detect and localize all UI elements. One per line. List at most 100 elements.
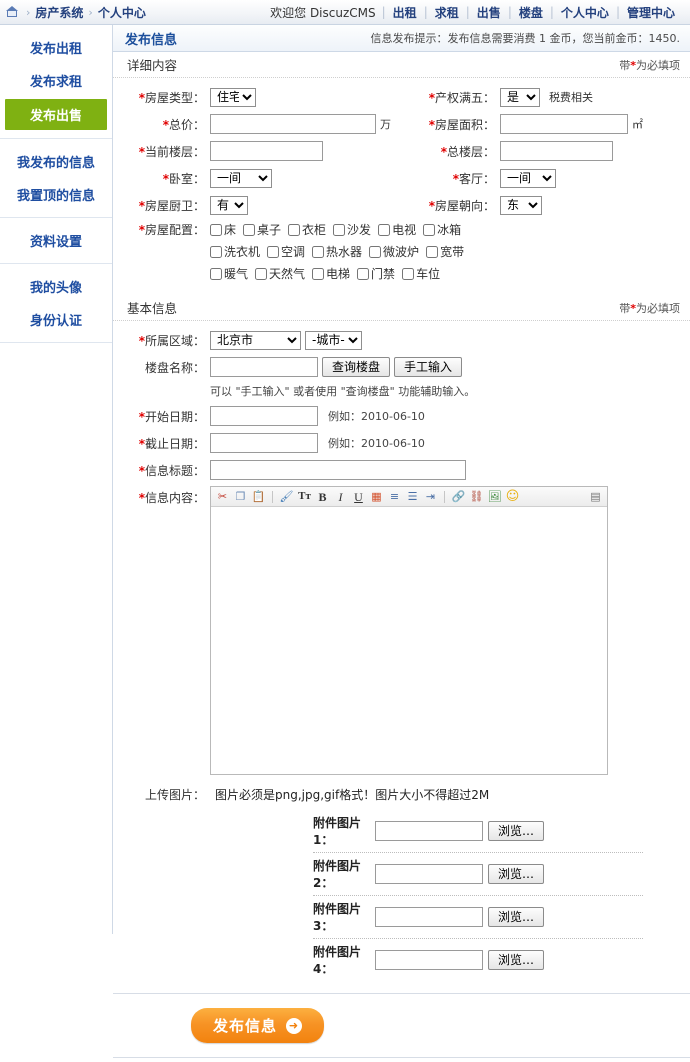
sidebar-item-publish-wanted[interactable]: 发布求租 [0, 64, 112, 97]
config-checkbox-ac-input[interactable] [267, 245, 280, 258]
upload-path-input-3[interactable] [375, 907, 483, 927]
format-painter-icon[interactable]: 🖌 [279, 489, 294, 504]
unlink-icon[interactable]: ⛓ [469, 489, 484, 504]
config-checkbox-wardrobe-input[interactable] [288, 223, 301, 236]
browse-button-2[interactable]: 浏览… [488, 864, 545, 884]
editor-content-area[interactable] [211, 507, 607, 774]
submit-button-label: 发布信息 [213, 1017, 278, 1035]
ownership-five-select[interactable]: 是否 [500, 87, 540, 107]
align-left-icon[interactable]: ≡ [387, 489, 402, 504]
config-checkbox-elevator[interactable]: 电梯 [312, 265, 350, 282]
config-checkbox-access-input[interactable] [357, 267, 370, 280]
italic-icon[interactable]: I [333, 489, 348, 504]
config-checkbox-fridge-input[interactable] [423, 223, 436, 236]
breadcrumb-item-0[interactable]: 房产系统 [35, 4, 83, 21]
config-checkbox-washer[interactable]: 洗衣机 [210, 243, 260, 260]
breadcrumb-item-1[interactable]: 个人中心 [98, 4, 146, 21]
config-checkbox-broadband-input[interactable] [426, 245, 439, 258]
body-wrapper: 发布出租 发布求租 发布出售 我发布的信息 我置顶的信息 资料设置 我的头像 身… [0, 25, 690, 1058]
config-checkbox-sofa[interactable]: 沙发 [333, 221, 371, 238]
config-checkbox-waterheater[interactable]: 热水器 [312, 243, 362, 260]
config-checkbox-ac[interactable]: 空调 [267, 243, 305, 260]
browse-button-3[interactable]: 浏览… [488, 907, 545, 927]
nav-link-chushou[interactable]: 出售 [470, 4, 508, 21]
gold-tip-text: 信息发布提示：发布信息需要消费 1 金币，您当前金币：1450. [370, 32, 680, 45]
sidebar-item-publish-sale[interactable]: 发布出售 [5, 99, 107, 130]
sidebar-item-profile-settings[interactable]: 资料设置 [0, 224, 112, 257]
config-checkbox-gas[interactable]: 天然气 [255, 265, 305, 282]
insert-image-icon[interactable]: 🖼 [487, 489, 502, 504]
config-checkbox-elevator-input[interactable] [312, 267, 325, 280]
upload-path-input-4[interactable] [375, 950, 483, 970]
config-checkbox-bed-input[interactable] [210, 223, 222, 236]
current-floor-input[interactable] [210, 141, 323, 161]
nav-link-loupan[interactable]: 楼盘 [512, 4, 550, 21]
config-checkbox-microwave-input[interactable] [369, 245, 382, 258]
text-color-icon[interactable]: ▦ [369, 489, 384, 504]
info-title-input[interactable] [210, 460, 466, 480]
label-total-floor: *总楼层： [440, 144, 495, 159]
config-checkbox-sofa-input[interactable] [333, 223, 346, 236]
emoji-icon[interactable]: ☺ [505, 489, 520, 504]
kitchen-bath-select[interactable]: 有无 [210, 195, 248, 215]
copy-icon[interactable]: ❐ [233, 489, 248, 504]
sidebar-item-publish-rent[interactable]: 发布出租 [0, 31, 112, 64]
house-area-input[interactable] [500, 114, 628, 134]
config-checkbox-gas-input[interactable] [255, 267, 268, 280]
sidebar-item-my-posts[interactable]: 我发布的信息 [0, 145, 112, 178]
nav-link-chuzu[interactable]: 出租 [386, 4, 424, 21]
browse-button-4[interactable]: 浏览… [488, 950, 545, 970]
submit-publish-button[interactable]: 发布信息 ➜ [191, 1008, 325, 1043]
config-checkbox-table[interactable]: 桌子 [243, 221, 281, 238]
house-type-select[interactable]: 住宅公寓别墅商铺写字楼厂房 [210, 87, 256, 107]
config-checkbox-access[interactable]: 门禁 [357, 265, 395, 282]
orientation-select[interactable]: 东南西北东南西南东北西北 [500, 195, 542, 215]
query-estate-button[interactable]: 查询楼盘 [322, 357, 391, 377]
form-footer: 发布信息 ➜ [113, 993, 690, 1043]
config-checkbox-washer-input[interactable] [210, 245, 222, 258]
sidebar-item-my-pinned[interactable]: 我置顶的信息 [0, 178, 112, 211]
config-checkbox-heating-input[interactable] [210, 267, 222, 280]
total-price-input[interactable] [210, 114, 376, 134]
indent-icon[interactable]: ⇥ [423, 489, 438, 504]
config-checkbox-parking[interactable]: 车位 [402, 265, 440, 282]
total-floor-input[interactable] [500, 141, 613, 161]
nav-link-qiuzu[interactable]: 求租 [428, 4, 466, 21]
link-icon[interactable]: 🔗 [451, 489, 466, 504]
cut-icon[interactable]: ✂ [215, 489, 230, 504]
config-checkbox-tv-input[interactable] [378, 223, 391, 236]
sidebar-item-identity[interactable]: 身份认证 [0, 303, 112, 336]
config-checkbox-parking-input[interactable] [402, 267, 415, 280]
nav-link-admin-center[interactable]: 管理中心 [620, 4, 682, 21]
config-checkbox-tv[interactable]: 电视 [378, 221, 416, 238]
region-city-select[interactable]: -城市-朝阳区海淀区东城区西城区 [305, 330, 362, 350]
upload-path-input-1[interactable] [375, 821, 483, 841]
browse-button-1[interactable]: 浏览… [488, 821, 545, 841]
sidebar-item-avatar[interactable]: 我的头像 [0, 270, 112, 303]
config-checkbox-bed[interactable]: 床 [210, 221, 236, 238]
upload-path-input-2[interactable] [375, 864, 483, 884]
config-line-2: 暖气 天然气 电梯 门禁 车位 [210, 265, 470, 282]
livingroom-select[interactable]: 一间二间三间 [500, 168, 556, 188]
start-date-input[interactable] [210, 406, 318, 426]
font-size-icon[interactable]: Tт [297, 489, 312, 504]
config-checkbox-fridge[interactable]: 冰箱 [423, 221, 461, 238]
config-checkbox-table-input[interactable] [243, 223, 256, 236]
config-checkbox-wardrobe[interactable]: 衣柜 [288, 221, 326, 238]
nav-link-personal-center[interactable]: 个人中心 [554, 4, 616, 21]
config-checkbox-microwave[interactable]: 微波炉 [369, 243, 419, 260]
unordered-list-icon[interactable]: ☰ [405, 489, 420, 504]
config-checkbox-heating[interactable]: 暖气 [210, 265, 248, 282]
config-checkbox-broadband[interactable]: 宽带 [426, 243, 464, 260]
source-view-icon[interactable]: ▤ [588, 489, 603, 504]
region-province-select[interactable]: 北京市上海市天津市重庆市广东省 [210, 330, 301, 350]
end-date-input[interactable] [210, 433, 318, 453]
underline-icon[interactable]: U [351, 489, 366, 504]
estate-name-input[interactable] [210, 357, 318, 377]
bedroom-select[interactable]: 一间二间三间四间五间 [210, 168, 272, 188]
paste-icon[interactable]: 📋 [251, 489, 266, 504]
config-checkbox-waterheater-input[interactable] [312, 245, 325, 258]
home-icon[interactable] [6, 6, 19, 18]
manual-input-button[interactable]: 手工输入 [394, 357, 463, 377]
bold-icon[interactable]: B [315, 489, 330, 504]
